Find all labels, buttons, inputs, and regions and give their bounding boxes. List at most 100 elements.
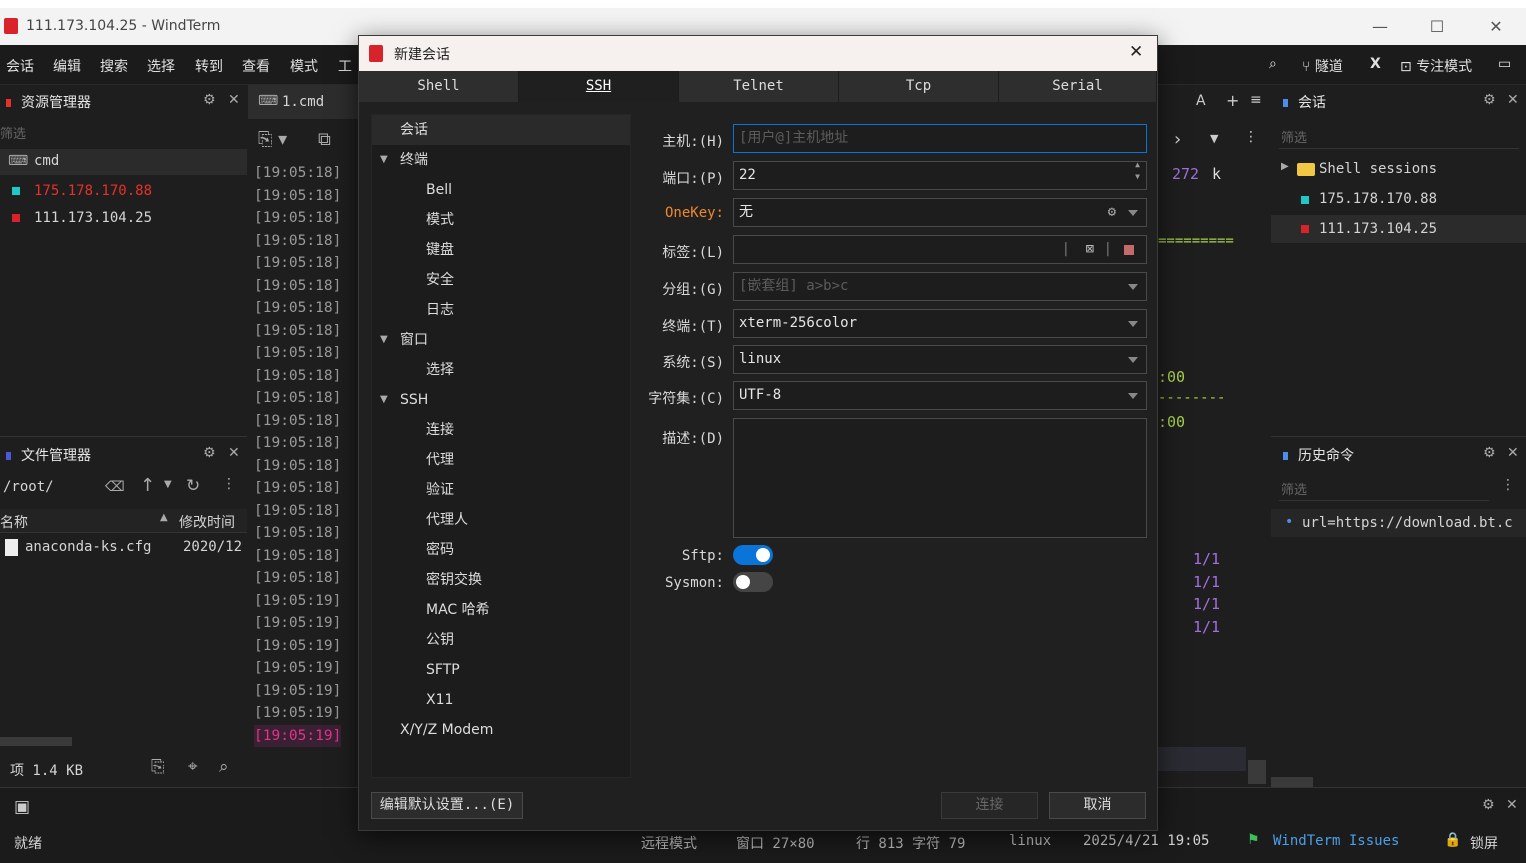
maximize-icon[interactable]: ☐: [1417, 14, 1457, 40]
close-window-icon[interactable]: ✕: [1476, 14, 1516, 40]
layout-icon[interactable]: ▭: [1498, 56, 1511, 72]
path-input[interactable]: /root/: [3, 479, 54, 495]
tree-item[interactable]: 密钥交换: [372, 565, 630, 595]
chevron-down-icon[interactable]: ▼: [380, 325, 388, 355]
tab-tcp[interactable]: Tcp: [839, 71, 999, 102]
tree-item[interactable]: 选择: [372, 355, 630, 385]
chevron-right-icon[interactable]: ›: [1174, 129, 1181, 150]
x-button[interactable]: X: [1370, 56, 1381, 72]
tag-color-icon[interactable]: [1124, 245, 1134, 255]
tree-item[interactable]: 代理: [372, 445, 630, 475]
col-time[interactable]: 修改时间: [179, 512, 235, 532]
tree-item[interactable]: SFTP: [372, 655, 630, 685]
tree-item[interactable]: ▼ 窗口: [372, 325, 630, 355]
new-folder-icon[interactable]: ⎘: [151, 757, 165, 777]
chevron-down-icon[interactable]: ▼: [380, 385, 388, 415]
cancel-button[interactable]: 取消: [1049, 792, 1146, 819]
tree-item[interactable]: 代理人: [372, 505, 630, 535]
close-icon[interactable]: ✕: [1129, 42, 1143, 62]
status-settings-icon[interactable]: ⚙: [1482, 797, 1495, 813]
new-tab-icon[interactable]: ⎘ ▾: [258, 129, 287, 150]
tab-1cmd[interactable]: ⌨ 1.cmd: [248, 85, 358, 119]
chevron-down-icon[interactable]: ▼: [164, 479, 172, 490]
search-location-icon[interactable]: ⌕: [219, 757, 229, 777]
history-filter[interactable]: 筛选: [1281, 479, 1307, 498]
tree-item[interactable]: MAC 哈希: [372, 595, 630, 625]
refresh-icon[interactable]: ↻: [186, 476, 200, 496]
sessions-close-icon[interactable]: ✕: [1507, 92, 1519, 108]
tree-item[interactable]: X/Y/Z Modem: [372, 715, 630, 745]
panel-toggle-icon[interactable]: ▣: [14, 797, 30, 817]
tree-item[interactable]: 会话: [372, 115, 630, 145]
sessions-filter[interactable]: 筛选: [1281, 127, 1307, 146]
tree-item[interactable]: 安全: [372, 265, 630, 295]
focus-mode-button[interactable]: ⊡ 专注模式: [1400, 56, 1472, 76]
connect-button[interactable]: 连接: [941, 792, 1038, 819]
more-icon[interactable]: ⋮: [1501, 477, 1515, 493]
more-icon[interactable]: ⋮: [222, 476, 236, 492]
up-dir-icon[interactable]: ↑: [140, 475, 155, 496]
tree-item[interactable]: 密码: [372, 535, 630, 565]
host-input[interactable]: [用户@]主机地址: [733, 124, 1147, 153]
tree-item[interactable]: 模式: [372, 205, 630, 235]
tab-shell[interactable]: Shell: [359, 71, 519, 102]
explorer-item-cmd[interactable]: ⌨ cmd: [0, 149, 247, 175]
chevron-down-icon[interactable]: ▼: [380, 145, 388, 175]
chevron-right-icon[interactable]: ▶: [1281, 161, 1289, 172]
menu-tools[interactable]: 工: [338, 56, 352, 76]
menu-goto[interactable]: 转到: [195, 56, 223, 76]
menu-search[interactable]: 搜索: [100, 56, 128, 76]
charset-select[interactable]: UTF-8: [733, 381, 1147, 410]
group-select[interactable]: [嵌套组] a>b>c: [733, 272, 1147, 301]
clear-path-icon[interactable]: ⌫: [105, 479, 125, 495]
explorer-filter[interactable]: 筛选: [0, 123, 26, 142]
status-close-icon[interactable]: ✕: [1506, 797, 1518, 813]
files-close-icon[interactable]: ✕: [228, 445, 240, 461]
menu-select[interactable]: 选择: [147, 56, 175, 76]
tree-item[interactable]: Bell: [372, 175, 630, 205]
search-icon[interactable]: ⌕: [1269, 56, 1277, 72]
lock-screen-button[interactable]: 锁屏: [1470, 833, 1498, 853]
history-item[interactable]: • url=https://download.bt.c: [1271, 509, 1526, 537]
edit-defaults-button[interactable]: 编辑默认设置...(E): [371, 792, 523, 819]
font-icon[interactable]: A: [1196, 93, 1206, 109]
tree-item[interactable]: X11: [372, 685, 630, 715]
menu-mode[interactable]: 模式: [290, 56, 318, 76]
tab-serial[interactable]: Serial: [999, 71, 1157, 102]
tab-ssh[interactable]: SSH: [519, 71, 679, 102]
terminal-type-select[interactable]: xterm-256color: [733, 309, 1147, 338]
tree-item[interactable]: 连接: [372, 415, 630, 445]
port-stepper[interactable]: 22 ▲ ▼: [733, 160, 1147, 190]
folder-label[interactable]: Shell sessions: [1319, 161, 1437, 177]
explorer-item-175[interactable]: 175.178.170.88: [0, 179, 247, 205]
location-icon[interactable]: ⌖: [188, 757, 198, 777]
sessions-settings-icon[interactable]: ⚙: [1483, 92, 1496, 108]
files-settings-icon[interactable]: ⚙: [203, 445, 216, 461]
history-settings-icon[interactable]: ⚙: [1483, 445, 1496, 461]
session-item[interactable]: 175.178.170.88: [1319, 191, 1437, 207]
col-name[interactable]: 名称: [0, 512, 28, 532]
more-icon[interactable]: ⋮: [1244, 129, 1258, 145]
menu-edit[interactable]: 编辑: [53, 56, 81, 76]
tree-item[interactable]: ▼ 终端: [372, 145, 630, 175]
tree-item[interactable]: ▼ SSH: [372, 385, 630, 415]
description-textarea[interactable]: [733, 418, 1147, 538]
edit-tag-icon[interactable]: ⊠: [1086, 236, 1094, 263]
table-row[interactable]: anaconda-ks.cfg 2020/12: [0, 537, 247, 561]
status-remote-mode[interactable]: 远程模式: [641, 833, 697, 853]
explorer-settings-icon[interactable]: ⚙: [203, 92, 216, 108]
detach-icon[interactable]: ⧉: [318, 129, 331, 150]
tab-telnet[interactable]: Telnet: [679, 71, 839, 102]
tree-item[interactable]: 键盘: [372, 235, 630, 265]
chevron-down-icon[interactable]: ▼: [1210, 132, 1218, 145]
add-icon[interactable]: +: [1226, 91, 1239, 110]
list-icon[interactable]: ≡: [1250, 92, 1262, 108]
session-item-selected[interactable]: 111.173.104.25: [1271, 215, 1526, 243]
v-scrollbar-thumb[interactable]: [1248, 760, 1266, 784]
h-scrollbar[interactable]: [0, 737, 72, 746]
tunnel-button[interactable]: ⑂ 隧道: [1302, 56, 1343, 76]
sysmon-toggle[interactable]: [733, 572, 773, 592]
menu-session[interactable]: 会话: [6, 56, 34, 76]
tag-input[interactable]: | ⊠ |: [733, 235, 1147, 264]
tree-item[interactable]: 日志: [372, 295, 630, 325]
